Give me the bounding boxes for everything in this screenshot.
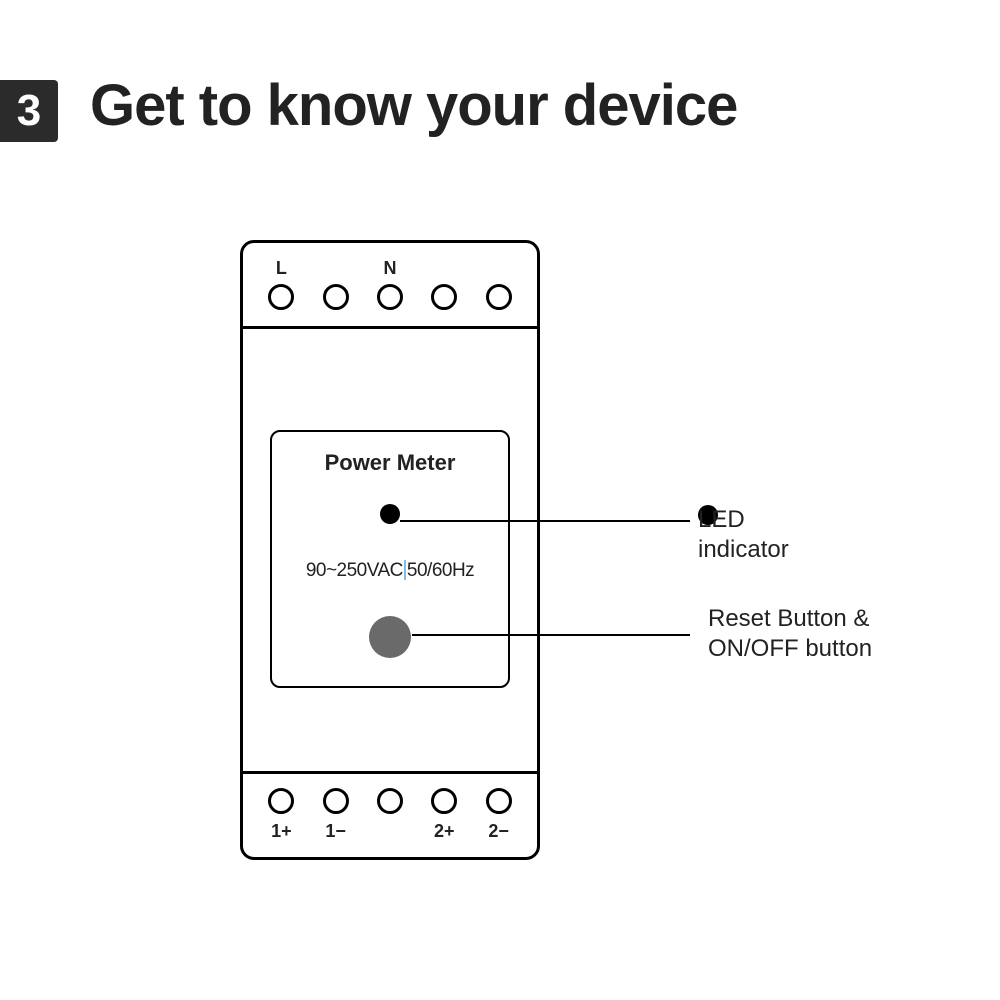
callout-reset-line2: ON/OFF button <box>708 635 872 662</box>
terminal-label: 2− <box>486 821 512 842</box>
terminal-label <box>323 258 349 279</box>
device-spec-text: 90~250VAC50/60Hz <box>272 560 508 582</box>
step-number: 3 <box>17 86 41 136</box>
callout-reset-line1: Reset Button & <box>708 605 869 632</box>
bottom-terminal-labels: 1+ 1− 2+ 2− <box>240 821 540 842</box>
terminal-icon <box>268 788 294 814</box>
terminal-icon <box>268 284 294 310</box>
terminal-label: N <box>377 258 403 279</box>
terminal-icon <box>377 788 403 814</box>
terminal-label <box>486 258 512 279</box>
terminal-icon <box>323 788 349 814</box>
terminal-label <box>431 258 457 279</box>
terminal-icon <box>377 284 403 310</box>
page-title: Get to know your device <box>90 72 737 139</box>
led-indicator-icon <box>380 504 400 524</box>
top-terminal-labels: L N <box>240 258 540 279</box>
bottom-terminal-row <box>240 788 540 814</box>
terminal-label: 2+ <box>431 821 457 842</box>
terminal-icon <box>323 284 349 310</box>
top-terminal-row <box>240 284 540 310</box>
device-face-panel: Power Meter 90~250VAC50/60Hz <box>270 430 510 688</box>
terminal-icon <box>486 284 512 310</box>
spec-divider-icon <box>404 560 406 580</box>
terminal-label: L <box>268 258 294 279</box>
terminal-icon <box>486 788 512 814</box>
terminal-icon <box>431 284 457 310</box>
reset-button-icon <box>369 616 411 658</box>
spec-freq: 50/60Hz <box>407 560 474 581</box>
step-badge: 3 <box>0 80 58 142</box>
leader-line <box>400 520 690 522</box>
terminal-label <box>377 821 403 842</box>
leader-line <box>412 634 690 636</box>
chassis-divider-bottom <box>243 771 537 774</box>
terminal-label: 1− <box>323 821 349 842</box>
terminal-label: 1+ <box>268 821 294 842</box>
device-face-title: Power Meter <box>272 450 508 476</box>
device-diagram: L N Power Meter 90~250VAC50/60Hz <box>240 240 540 860</box>
spec-voltage: 90~250VAC <box>306 560 403 581</box>
chassis-divider-top <box>243 326 537 329</box>
callout-led: LED indicator <box>698 505 718 525</box>
terminal-icon <box>431 788 457 814</box>
callout-reset: Reset Button & ON/OFF button <box>708 604 968 664</box>
